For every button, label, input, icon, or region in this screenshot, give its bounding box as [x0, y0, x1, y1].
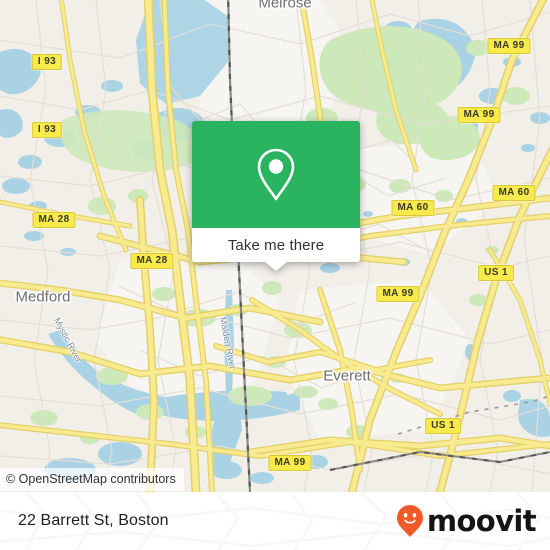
map-shield-ma60-east: MA 60: [492, 185, 536, 201]
take-me-there-button[interactable]: Take me there: [192, 228, 360, 262]
map-label-melrose: Melrose: [258, 0, 312, 12]
map-shield-ma28-east: MA 28: [130, 253, 174, 269]
map-canvas[interactable]: Melrose Medford Everett Mystic River Mal…: [0, 0, 550, 492]
moovit-pin-smiley-icon: [396, 505, 423, 537]
map-shield-i93-north: I 93: [31, 54, 63, 70]
map-shield-ma99-top: MA 99: [487, 38, 531, 54]
map-shield-ma99-mid: MA 99: [376, 286, 420, 302]
popup-tail: [265, 262, 287, 271]
destination-popup[interactable]: Take me there: [192, 121, 360, 271]
map-shield-us1-lower: US 1: [425, 418, 461, 434]
moovit-wordmark: moovit: [426, 503, 537, 538]
address-label: 22 Barrett St, Boston: [18, 512, 169, 529]
bottom-bar: 22 Barrett St, Boston moovit: [0, 492, 550, 550]
map-label-medford: Medford: [15, 288, 71, 306]
map-shield-ma60-west: MA 60: [391, 200, 435, 216]
map-shield-ma99-upper: MA 99: [457, 107, 501, 123]
moovit-logo[interactable]: moovit: [395, 492, 537, 550]
popup-pin-area: [192, 121, 360, 228]
map-shield-i93-south: I 93: [31, 122, 63, 138]
map-shield-ma99-lower: MA 99: [268, 455, 312, 471]
osm-attribution[interactable]: © OpenStreetMap contributors: [0, 468, 184, 491]
map-label-everett: Everett: [323, 367, 371, 385]
take-me-there-label: Take me there: [227, 236, 325, 254]
moovit-map-screen: Melrose Medford Everett Mystic River Mal…: [0, 0, 550, 550]
map-shield-us1-upper: US 1: [478, 265, 514, 281]
map-shield-ma28-north: MA 28: [32, 212, 76, 228]
map-pin-icon: [257, 148, 295, 200]
